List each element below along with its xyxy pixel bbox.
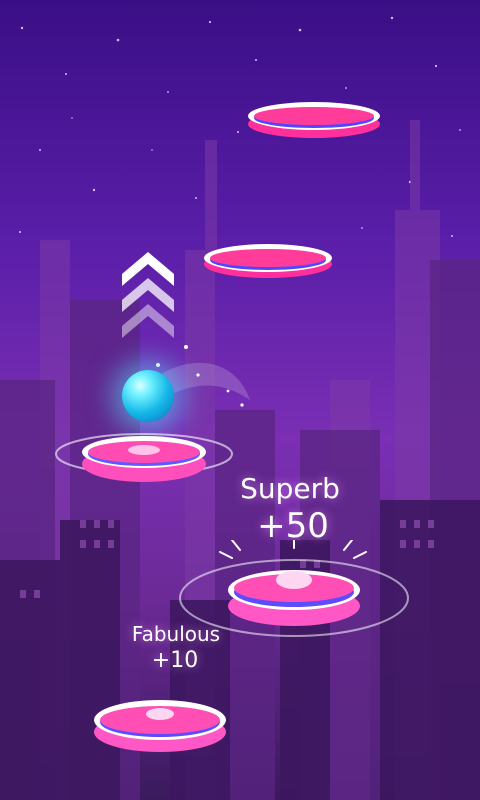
tile-platform-bottom[interactable]	[88, 690, 238, 760]
game-scene: Superb +50 Fabulous +10	[0, 0, 480, 800]
superb-points: +50	[257, 506, 329, 546]
tile-platform-current[interactable]	[52, 426, 242, 492]
superb-label: Superb	[240, 472, 340, 505]
fabulous-points: +10	[151, 648, 199, 673]
tile-platform-upper[interactable]	[200, 238, 340, 284]
tile-platform-top[interactable]	[244, 96, 384, 142]
fabulous-label: Fabulous	[131, 622, 221, 646]
glowing-ball-icon	[122, 370, 174, 422]
triple-chevron-up-icon	[122, 252, 174, 338]
